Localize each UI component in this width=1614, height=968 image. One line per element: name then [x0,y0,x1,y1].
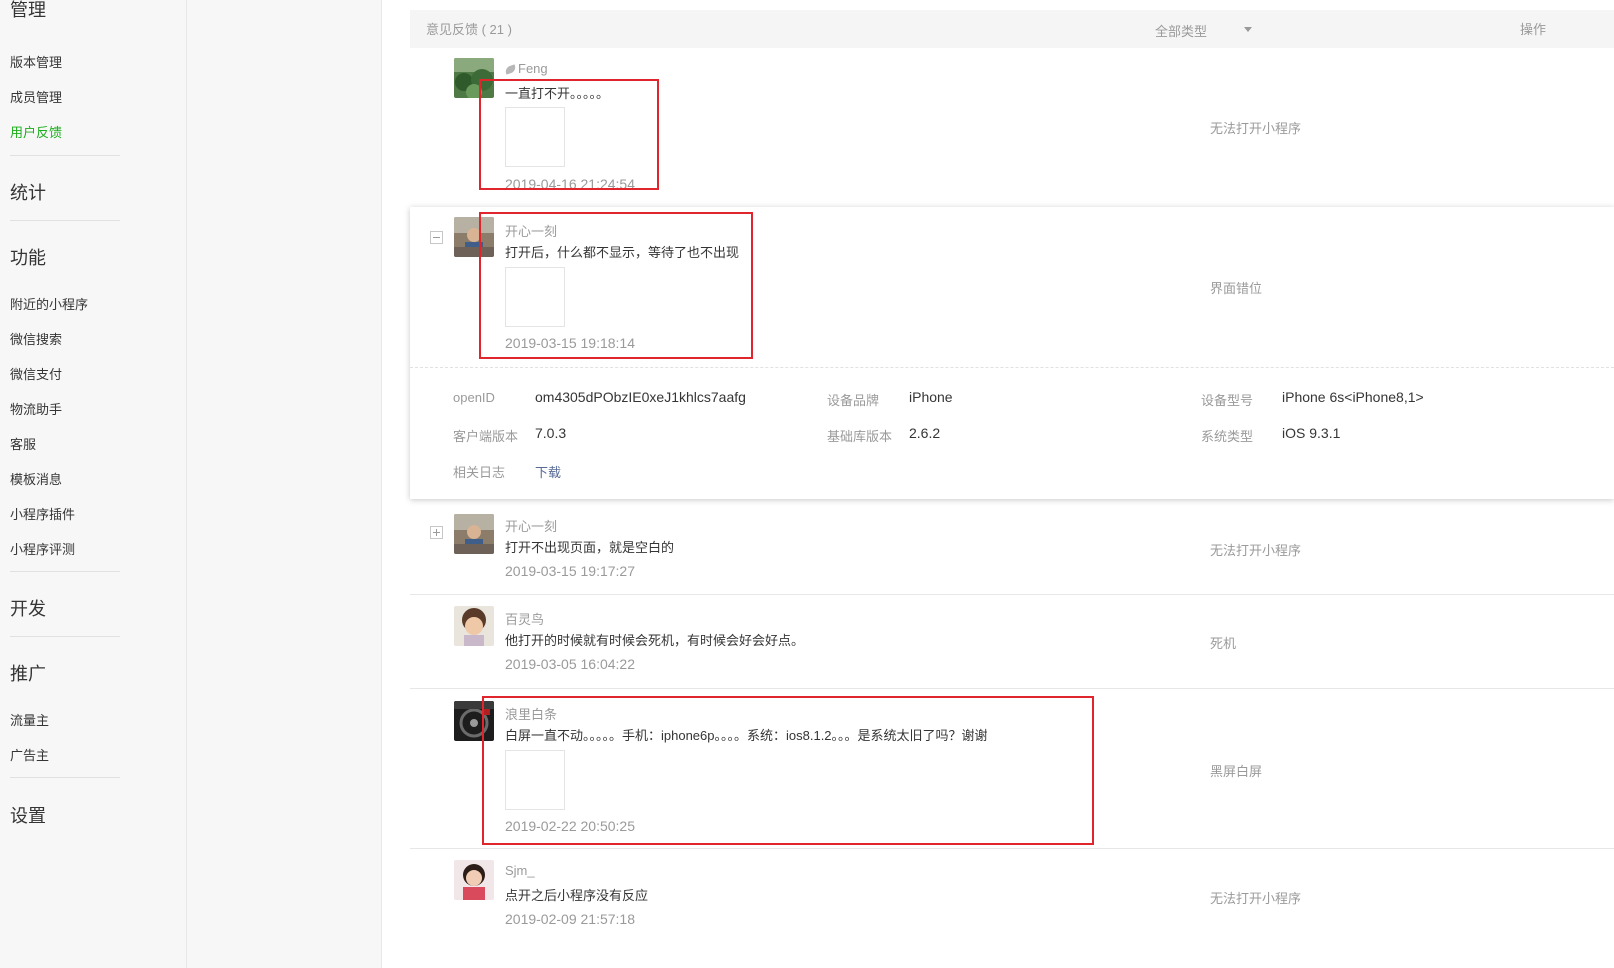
avatar [454,860,494,900]
avatar [454,514,494,554]
feedback-time: 2019-04-16 21:24:54 [505,176,635,192]
user-name: 开心一刻 [505,519,558,534]
sidebar-divider [10,777,120,778]
sidebar-item-evaluation[interactable]: 小程序评测 [10,539,75,558]
feedback-content: 白屏一直不动。。。。。手机：iphone6p。。。。系统：ios8.1.2。。。… [505,728,988,743]
feedback-row: 浪里白条 白屏一直不动。。。。。手机：iphone6p。。。。系统：ios8.1… [410,689,1614,848]
sidebar-item-nearby-miniprogram[interactable]: 附近的小程序 [10,294,88,313]
sidebar-item-wechat-pay[interactable]: 微信支付 [10,364,62,383]
user-name: Feng [504,61,548,76]
feedback-image-thumbnail[interactable] [505,267,565,327]
sidebar-heading-develop[interactable]: 开发 [10,595,46,621]
feedback-type: 界面错位 [1210,281,1263,296]
sidebar-divider [10,636,120,637]
sidebar-item-member-manage[interactable]: 成员管理 [10,87,62,106]
sidebar-item-customer-service[interactable]: 客服 [10,434,36,453]
avatar [454,701,494,741]
feedback-time: 2019-02-09 21:57:18 [505,911,635,927]
feedback-time: 2019-03-15 19:18:14 [505,335,635,351]
user-name: 开心一刻 [505,224,558,239]
os-type-value: iOS 9.3.1 [1282,425,1341,441]
feedback-image-thumbnail[interactable] [505,750,565,810]
sidebar: 管理 版本管理 成员管理 用户反馈 统计 功能 附近的小程序 微信搜索 微信支付… [0,0,187,968]
sidebar-heading-promotion[interactable]: 推广 [10,660,46,686]
sidebar-item-logistics[interactable]: 物流助手 [10,399,62,418]
table-header: 意见反馈 ( 21 ) 全部类型 操作 [410,10,1614,48]
feedback-row: 百灵鸟 他打开的时候就有时候会死机，有时候会好会好点。 2019-03-05 1… [410,595,1614,688]
feedback-row: Sjm_ 点开之后小程序没有反应 2019-02-09 21:57:18 无法打… [410,849,1614,968]
log-download-link[interactable]: 下载 [535,462,561,481]
feedback-row: 开心一刻 打开不出现页面，就是空白的 2019-03-15 19:17:27 无… [410,505,1614,594]
sidebar-item-plugin[interactable]: 小程序插件 [10,504,75,523]
user-name: 百灵鸟 [505,612,545,627]
device-model-value: iPhone 6s<iPhone8,1> [1282,389,1424,405]
user-name: 浪里白条 [505,707,558,722]
device-model-label: 设备型号 [1201,393,1254,408]
feedback-content: 点开之后小程序没有反应 [505,888,649,903]
feedback-type: 无法打开小程序 [1210,121,1302,136]
sidebar-divider [10,220,120,221]
sidebar-item-wechat-search[interactable]: 微信搜索 [10,329,62,348]
feedback-panel: 意见反馈 ( 21 ) 全部类型 操作 Feng 一直打不开。。。。。 2019… [382,0,1614,968]
secondary-column [187,0,382,968]
sidebar-item-version-manage[interactable]: 版本管理 [10,52,62,71]
sidebar-divider [10,155,120,156]
action-column-header: 操作 [1520,22,1547,37]
lib-version-value: 2.6.2 [909,425,941,441]
details-divider [410,367,1614,368]
feedback-content: 打开后，什么都不显示，等待了也不出现 [505,245,740,260]
os-type-label: 系统类型 [1201,429,1254,444]
feedback-row: Feng 一直打不开。。。。。 2019-04-16 21:24:54 无法打开… [410,48,1614,201]
lib-version-label: 基础库版本 [827,429,893,444]
feedback-time: 2019-02-22 20:50:25 [505,818,635,834]
feedback-image-thumbnail[interactable] [505,107,565,167]
openid-label: openID [453,390,495,405]
client-version-value: 7.0.3 [535,425,567,441]
sidebar-item-template-message[interactable]: 模板消息 [10,469,62,488]
feedback-time: 2019-03-15 19:17:27 [505,563,635,579]
feedback-type: 无法打开小程序 [1210,543,1302,558]
collapse-toggle-icon[interactable] [430,231,443,244]
avatar [454,606,494,646]
feedback-content: 他打开的时候就有时候会死机，有时候会好会好点。 [505,633,805,648]
feedback-content: 打开不出现页面，就是空白的 [505,540,675,555]
feedback-type: 无法打开小程序 [1210,891,1302,906]
device-brand-label: 设备品牌 [827,393,880,408]
sidebar-heading-function[interactable]: 功能 [10,244,46,270]
sidebar-heading-stats[interactable]: 统计 [10,179,46,205]
leaf-icon [504,64,517,75]
avatar [454,217,494,257]
sidebar-heading-settings[interactable]: 设置 [10,802,46,828]
feedback-row-expanded: 开心一刻 打开后，什么都不显示，等待了也不出现 2019-03-15 19:18… [410,207,1614,499]
feedback-count-title: 意见反馈 ( 21 ) [426,22,512,37]
feedback-type: 黑屏白屏 [1210,764,1263,779]
sidebar-item-advertiser[interactable]: 广告主 [10,745,49,764]
type-filter-dropdown[interactable]: 全部类型 [1155,21,1207,40]
sidebar-item-traffic-owner[interactable]: 流量主 [10,710,49,729]
openid-value: om4305dPObzIE0xeJ1khlcs7aafg [535,389,746,405]
sidebar-heading-manage[interactable]: 管理 [10,0,46,22]
expand-toggle-icon[interactable] [430,526,443,539]
avatar [454,58,494,98]
feedback-type: 死机 [1210,636,1237,651]
feedback-time: 2019-03-05 16:04:22 [505,656,635,672]
device-brand-value: iPhone [909,389,953,405]
user-name: Sjm_ [505,863,535,878]
sidebar-item-user-feedback[interactable]: 用户反馈 [10,122,62,141]
log-label: 相关日志 [453,465,506,480]
feedback-content: 一直打不开。。。。。 [505,86,610,101]
sidebar-divider [10,571,120,572]
client-version-label: 客户端版本 [453,429,519,444]
chevron-down-icon[interactable] [1244,27,1252,32]
